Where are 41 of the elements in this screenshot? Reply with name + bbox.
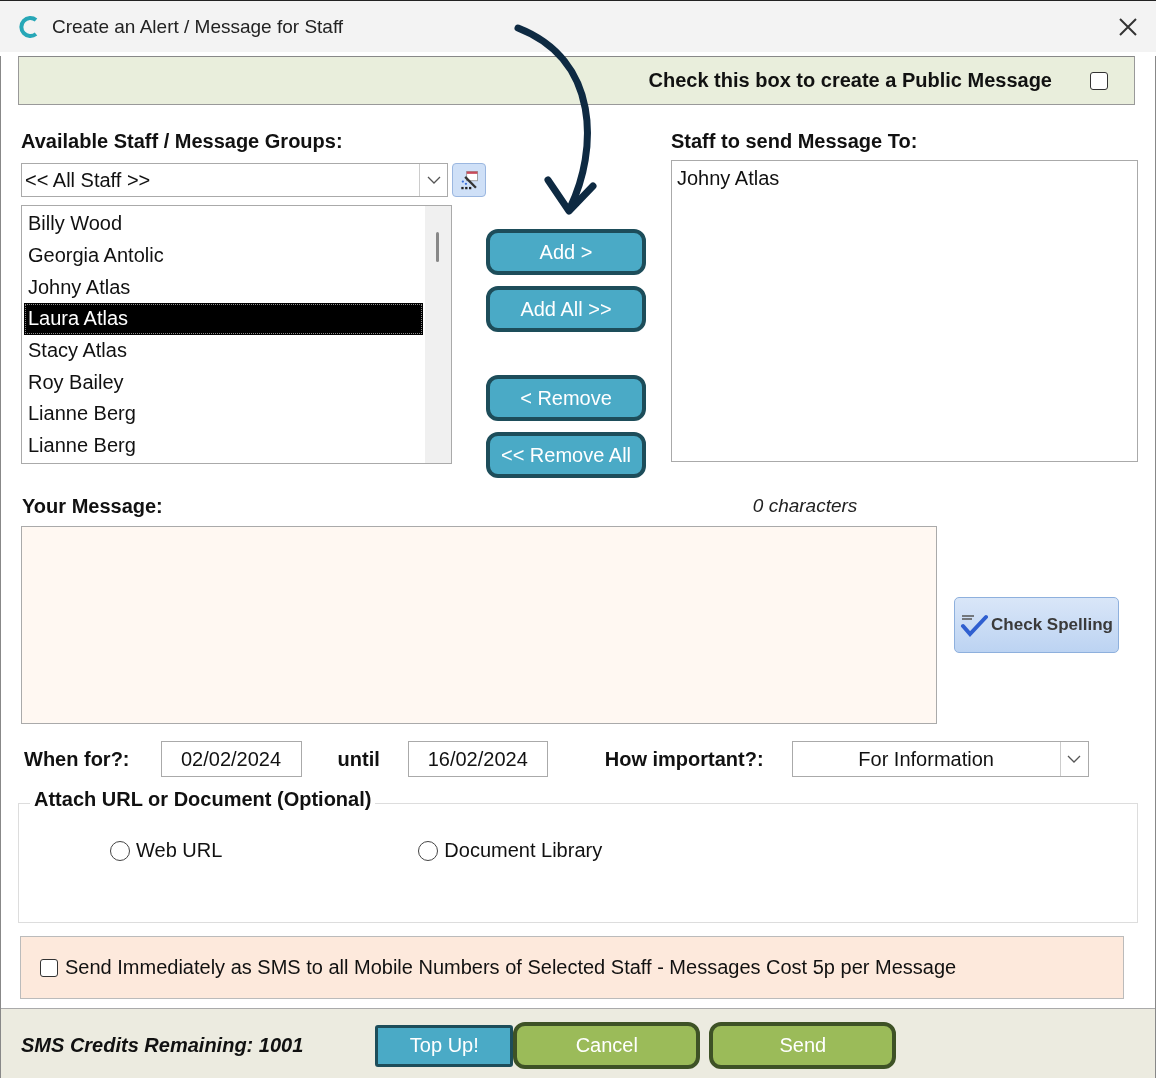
importance-dropdown[interactable]: For Information — [791, 741, 1089, 777]
staff-list-item[interactable]: Johny Atlas — [24, 271, 423, 304]
check-spelling-button[interactable]: Check Spelling — [954, 597, 1119, 653]
staff-list-item[interactable]: Lianne Berg — [24, 429, 423, 462]
sms-credits-text: SMS Credits Remaining: 1001 — [21, 1034, 304, 1057]
recipient-item[interactable]: Johny Atlas — [677, 164, 1132, 192]
staff-list-item[interactable]: Lianne Berg — [24, 398, 423, 430]
message-field[interactable] — [21, 526, 937, 724]
message-label: Your Message: — [22, 494, 163, 518]
attachment-legend: Attach URL or Document (Optional) — [30, 788, 376, 811]
public-message-checkbox[interactable] — [1090, 71, 1108, 90]
attachment-radio-option[interactable]: Document Library — [418, 839, 603, 862]
end-date-field[interactable]: 16/02/2024 — [407, 741, 548, 777]
staff-list-item[interactable]: Stacy Atlas — [24, 334, 423, 367]
staff-group-dropdown[interactable]: << All Staff >> — [21, 163, 448, 197]
app-logo-icon — [18, 14, 40, 39]
attachment-radio-option[interactable]: Web URL — [110, 839, 223, 862]
staff-list-item[interactable]: Georgia Antolic — [24, 239, 423, 272]
character-count: 0 characters — [752, 495, 858, 517]
until-label: until — [337, 747, 380, 771]
radio-button[interactable] — [418, 840, 439, 861]
magic-wand-button[interactable] — [452, 163, 486, 197]
when-for-label: When for?: — [24, 747, 130, 771]
sms-option-label: Send Immediately as SMS to all Mobile Numbers of Selected Staff - Messages Cost 5p per Message — [65, 956, 957, 979]
available-staff-label: Available Staff / Message Groups: — [21, 129, 343, 153]
sms-checkbox[interactable] — [40, 958, 58, 977]
staff-list-item[interactable]: Roy Bailey — [24, 366, 423, 399]
staff-list-item[interactable]: Laura Atlas — [24, 303, 423, 335]
radio-button[interactable] — [110, 840, 130, 861]
recipients-label: Staff to send Message To: — [671, 129, 918, 153]
importance-label: How important?: — [604, 747, 764, 771]
close-icon[interactable] — [1118, 16, 1138, 37]
public-message-label: Check this box to create a Public Message — [648, 69, 1052, 92]
window-title: Create an Alert / Message for Staff — [52, 15, 344, 38]
spell-check-icon — [960, 613, 989, 637]
start-date-field[interactable]: 02/02/2024 — [160, 741, 302, 777]
chevron-down-icon — [1067, 755, 1082, 763]
scrollbar-thumb[interactable] — [436, 232, 439, 262]
scrollbar[interactable] — [425, 206, 451, 463]
staff-list-item[interactable]: Billy Wood — [24, 208, 423, 240]
chevron-down-icon — [426, 176, 441, 184]
